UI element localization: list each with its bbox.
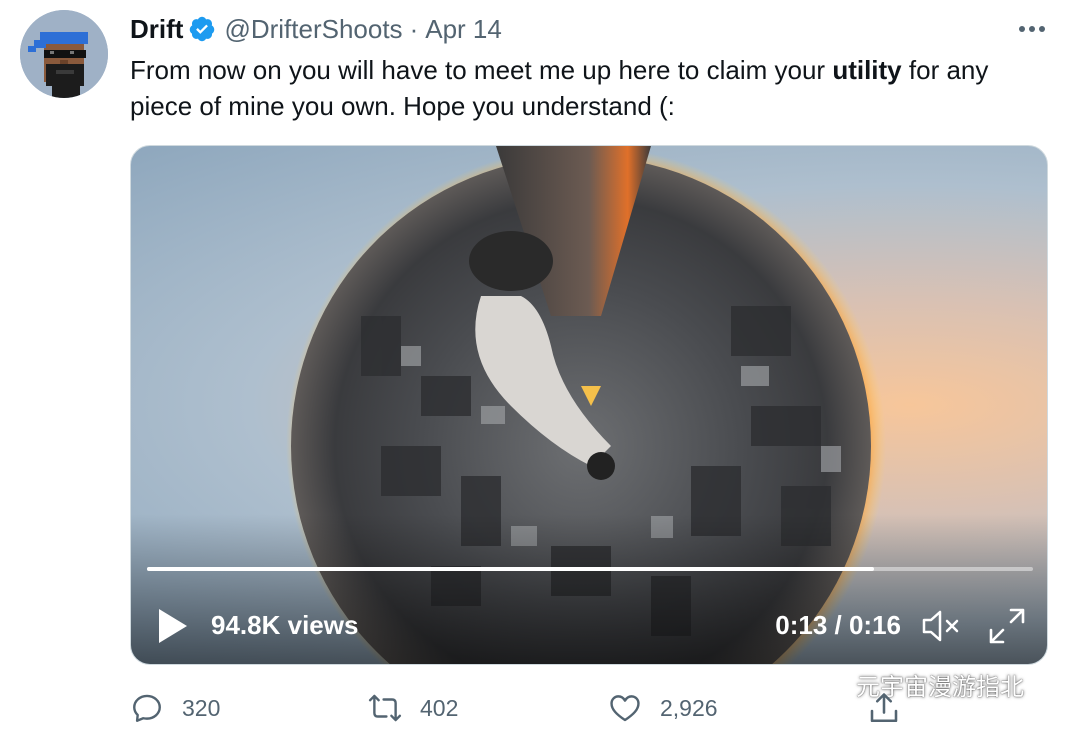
video-time: 0:13 / 0:16 [775,610,901,640]
more-options-button[interactable] [1012,14,1052,44]
reply-count: 320 [182,694,221,721]
tweet-text-bold: utility [832,55,902,85]
retweet-count: 402 [420,694,459,721]
fullscreen-icon[interactable] [987,606,1027,646]
like-icon [610,695,640,722]
wechat-logo-icon [813,675,848,700]
more-dot-icon [1019,26,1025,32]
video-progress-fill [147,567,874,571]
tweet-text: From now on you will have to meet me up … [130,52,1050,124]
retweet-icon [368,694,402,722]
share-icon[interactable] [866,690,902,726]
author-name[interactable]: Drift [130,12,183,46]
reply-button[interactable]: 320 [130,688,220,728]
tweet-card: Drift @DrifterShoots · Apr 14 From now o… [0,0,1080,736]
video-progress-bar[interactable] [147,567,1033,571]
avatar[interactable] [20,10,108,98]
like-button[interactable]: 2,926 [608,688,718,728]
pixel-art-avatar-image [20,10,108,98]
video-view-count: 94.8K views [211,610,359,640]
more-dot-icon [1029,26,1035,32]
verified-badge-icon [190,16,215,42]
more-dot-icon [1039,26,1045,32]
play-icon[interactable] [155,606,191,646]
volume-muted-icon[interactable] [921,608,961,644]
watermark: 元宇宙漫游指北 [812,672,1024,704]
video-player[interactable]: 94.8K views 0:13 / 0:16 [130,145,1048,665]
tweet-header: Drift @DrifterShoots · Apr 14 [130,12,502,46]
author-handle[interactable]: @DrifterShoots [224,12,402,46]
separator-dot: · [409,14,419,44]
retweet-button[interactable]: 402 [368,688,458,728]
tweet-date[interactable]: Apr 14 [425,12,502,46]
tweet-text-part1: From now on you will have to meet me up … [130,55,833,85]
reply-icon [133,694,161,722]
like-count: 2,926 [660,694,718,721]
